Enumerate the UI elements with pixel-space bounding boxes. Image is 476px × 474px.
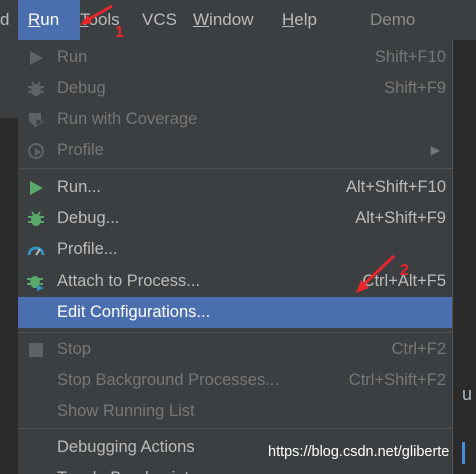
watermark: https://blog.csdn.net/gliberte [268, 444, 450, 460]
annotation-arrow-1 [80, 4, 113, 25]
annotation-arrows [80, 4, 396, 293]
annotation-step-2: 2 [400, 262, 409, 279]
annotation-arrow-2 [356, 254, 396, 293]
annotation-step-1: 1 [115, 24, 124, 41]
